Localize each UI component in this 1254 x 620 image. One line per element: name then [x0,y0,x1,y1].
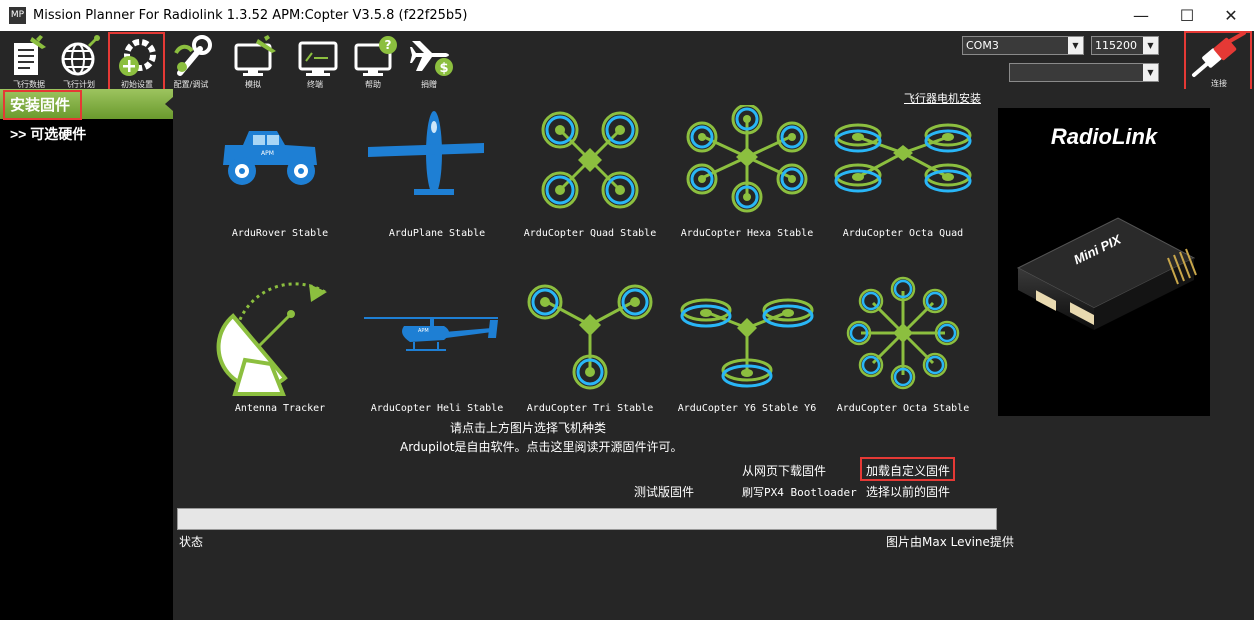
select-vehicle-hint: 请点击上方图片选择飞机种类 [450,421,607,435]
octa-quad-icon [834,123,972,193]
chevron-down-icon: ▼ [1143,37,1158,54]
sidebar: 安装固件 >> 可选硬件 [0,89,173,620]
firmware-label: ArduCopter Heli Stable [370,403,504,414]
firmware-ardurover[interactable]: APM ArduRover Stable [205,105,355,275]
progress-bar [177,508,997,530]
satellite-dish-icon [216,282,327,396]
monitor-plane-icon [234,35,276,76]
profile-select[interactable]: ▼ [1009,63,1159,82]
download-from-web-link[interactable]: 从网页下载固件 [742,462,826,479]
selection-notch-icon [165,97,173,111]
firmware-label: ArduRover Stable [231,228,329,239]
svg-text:APM: APM [261,150,274,157]
toolbar-help-button[interactable]: ? 帮助 [350,33,397,89]
beta-firmware-link[interactable]: 测试版固件 [634,483,694,500]
firmware-label: ArduCopter Y6 Stable Y6 [677,403,817,414]
flight-data-icon [14,35,46,75]
firmware-label: ArduPlane Stable [388,228,486,239]
highlight-box [860,457,955,481]
firmware-arducopter-quad[interactable]: ArduCopter Quad Stable [515,105,665,275]
app-logo-icon: MP [9,7,26,24]
rover-truck-icon: APM [223,131,317,185]
firmware-antenna-tracker[interactable]: Antenna Tracker [205,280,355,450]
monitor-terminal-icon [298,41,338,76]
sidebar-item-optional-hardware[interactable]: >> 可选硬件 [10,124,86,144]
motor-setup-link[interactable]: 飞行器电机安装 [904,90,981,106]
globe-icon [61,35,100,76]
firmware-arducopter-y6[interactable]: ArduCopter Y6 Stable Y6 [672,280,822,450]
firmware-arduplane[interactable]: ArduPlane Stable [362,105,512,275]
toolbar-donate-button[interactable]: $ 捐赠 [406,33,453,89]
previous-firmware-link[interactable]: 选择以前的固件 [866,483,950,500]
toolbar-simulation-button[interactable]: 模拟 [230,33,276,89]
tricopter-icon [527,284,653,390]
plane-dollar-icon: $ [410,41,453,76]
plane-icon [368,111,484,195]
chevron-down-icon: ▼ [1068,37,1083,54]
firmware-label: ArduCopter Hexa Stable [680,228,814,239]
highlight-box [3,90,82,120]
firmware-arducopter-octa-quad[interactable]: ArduCopter Octa Quad [828,105,978,275]
svg-text:APM: APM [418,328,429,334]
image-credit: 图片由Max Levine提供 [886,535,1014,549]
baud-rate-value: 115200 [1095,39,1137,52]
firmware-label: ArduCopter Tri Stable [526,403,654,414]
com-port-select[interactable]: COM3 ▼ [962,36,1084,55]
firmware-label: ArduCopter Octa Quad [842,228,964,239]
monitor-help-icon: ? [354,36,397,76]
firmware-arducopter-hexa[interactable]: ArduCopter Hexa Stable [672,105,822,275]
firmware-label: ArduCopter Octa Stable [836,403,970,414]
highlight-box [1184,31,1252,92]
chevron-down-icon: ▼ [1143,64,1158,81]
toolbar-flight-data-button[interactable]: 飞行数据 [6,33,52,89]
close-button[interactable]: ✕ [1208,0,1254,31]
wrench-icon [174,35,212,76]
com-port-value: COM3 [966,39,999,52]
toolbar-flight-plan-button[interactable]: 飞行计划 [56,33,102,89]
quadcopter-icon [541,111,639,209]
firmware-label: ArduCopter Quad Stable [523,228,657,239]
svg-text:$: $ [439,61,448,76]
main-toolbar: 飞行数据 飞行计划 初始设置 配置/调试 模拟 终端 ? 帮助 $ 捐赠 COM… [0,31,1254,92]
y6-copter-icon [680,298,814,388]
license-link[interactable]: Ardupilot是自由软件。点击这里阅读开源固件许可。 [400,438,683,455]
flight-controller-icon [1016,217,1197,330]
px4-bootloader-link[interactable]: 刷写PX4 Bootloader [742,484,857,500]
octocopter-icon [846,276,960,390]
title-bar: MP Mission Planner For Radiolink 1.3.52 … [0,0,1254,31]
firmware-label: Antenna Tracker [234,403,326,414]
firmware-arducopter-octa[interactable]: ArduCopter Octa Stable [828,275,978,445]
toolbar-terminal-button[interactable]: 终端 [292,33,338,89]
svg-text:?: ? [385,38,392,52]
window-title: Mission Planner For Radiolink 1.3.52 APM… [33,8,468,23]
minimize-button[interactable]: — [1118,0,1164,31]
radiolink-promo-image: RadioLink Mini PIX [998,108,1210,416]
connect-button[interactable]: 连接 [1184,31,1252,92]
maximize-button[interactable]: ☐ [1164,0,1210,31]
toolbar-config-tuning-button[interactable]: 配置/调试 [168,33,214,89]
status-label: 状态 [179,535,204,549]
baud-rate-select[interactable]: 115200 ▼ [1091,36,1159,55]
hexacopter-icon [686,105,808,213]
highlight-box [108,32,165,92]
helicopter-icon: APM [364,317,498,351]
